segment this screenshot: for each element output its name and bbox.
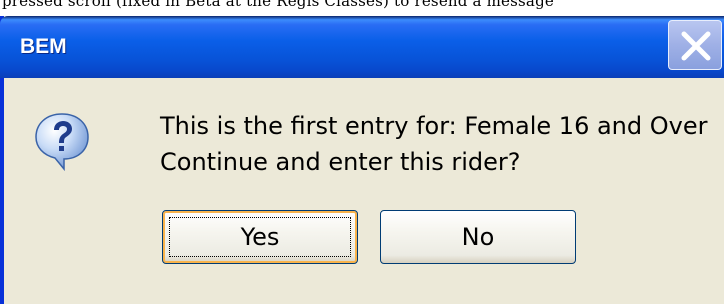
- screen: pressed scroll (fixed in Beta at the Reg…: [0, 0, 724, 304]
- message-line-2: Continue and enter this rider?: [160, 148, 521, 176]
- title-bar[interactable]: [0, 16, 724, 78]
- message-line-1: This is the first entry for: Female 16 a…: [160, 112, 708, 140]
- close-icon: [681, 31, 711, 61]
- background-document: pressed scroll (fixed in Beta at the Reg…: [0, 0, 724, 16]
- close-button[interactable]: [668, 20, 722, 70]
- no-button-label: No: [461, 223, 495, 251]
- background-document-text: pressed scroll (fixed in Beta at the Reg…: [2, 0, 554, 10]
- yes-button-label: Yes: [240, 223, 280, 251]
- window-title: BEM: [20, 35, 67, 58]
- no-button[interactable]: No: [380, 210, 576, 264]
- yes-button[interactable]: Yes: [162, 210, 358, 264]
- question-icon: [35, 113, 89, 172]
- dialog-message: This is the first entry for: Female 16 a…: [160, 108, 707, 180]
